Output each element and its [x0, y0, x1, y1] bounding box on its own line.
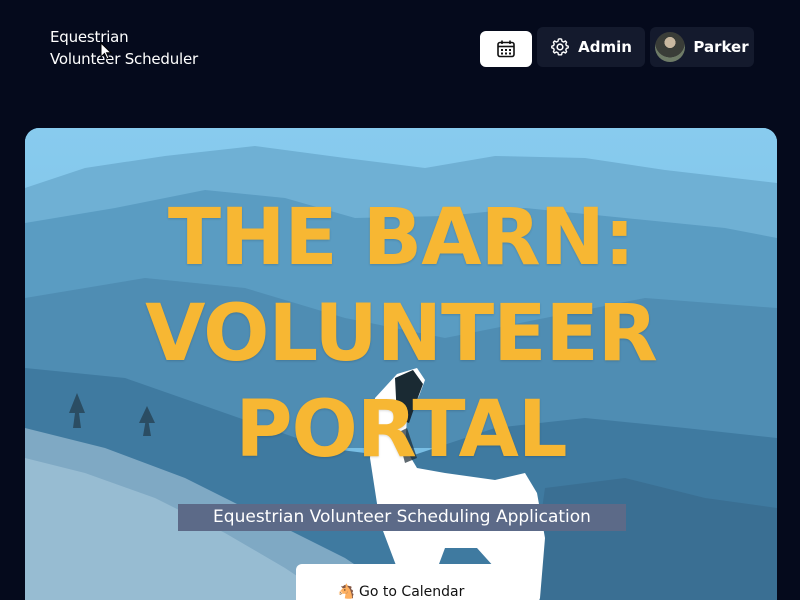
brand-line-2: Volunteer Scheduler — [50, 50, 199, 68]
hero-title: THE BARN: VOLUNTEER PORTAL — [25, 190, 777, 478]
go-to-calendar-button[interactable]: 🐴 Go to Calendar — [296, 564, 506, 600]
admin-label: Admin — [578, 38, 632, 56]
calendar-button[interactable] — [480, 31, 532, 67]
admin-button[interactable]: Admin — [537, 27, 645, 67]
app-page: Equestrian Volunteer Scheduler Admin Par… — [0, 0, 800, 600]
brand-title[interactable]: Equestrian Volunteer Scheduler — [50, 26, 198, 70]
mouse-cursor-icon — [100, 42, 113, 60]
user-name: Parker — [693, 38, 749, 56]
hero-title-line-2: VOLUNTEER — [145, 289, 658, 379]
avatar — [655, 32, 686, 62]
brand-line-1: Equestrian — [50, 28, 129, 46]
go-to-calendar-label: Go to Calendar — [359, 584, 465, 600]
hero-title-line-3: PORTAL — [235, 385, 567, 475]
horse-icon: 🐴 — [337, 584, 356, 600]
hero-banner: THE BARN: VOLUNTEER PORTAL Equestrian Vo… — [25, 128, 777, 600]
gear-icon — [551, 38, 569, 56]
user-menu-button[interactable]: Parker — [650, 27, 754, 67]
hero-subtitle: Equestrian Volunteer Scheduling Applicat… — [178, 504, 626, 531]
top-nav: Admin Parker — [480, 27, 754, 67]
calendar-icon — [497, 40, 515, 58]
hero-title-line-1: THE BARN: — [167, 193, 635, 283]
